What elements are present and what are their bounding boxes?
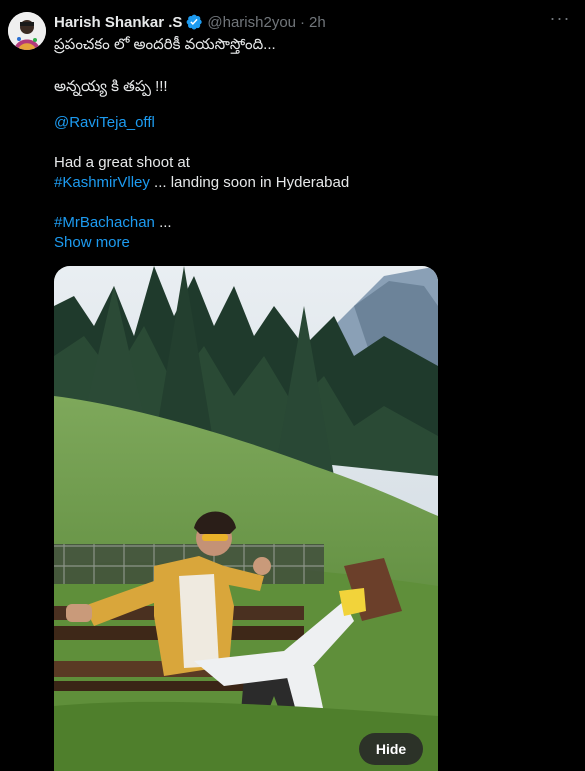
tweet-text-line-5: #MrBachachan ... [54, 213, 172, 233]
author-handle[interactable]: @harish2you [207, 14, 296, 31]
timestamp[interactable]: 2h [309, 14, 326, 31]
verified-badge-icon [185, 13, 203, 31]
tweet-text-line-5-rest: ... [154, 214, 172, 231]
hashtag-link-kashmir[interactable]: #KashmirVlley [54, 174, 150, 191]
author-name[interactable]: Harish Shankar .S [54, 14, 182, 31]
tweet-text-line-2: అన్నయ్య కి తప్ప !!! [54, 78, 168, 95]
author-avatar[interactable] [8, 12, 46, 50]
separator-dot: · [300, 13, 305, 31]
tweet-header: Harish Shankar .S @harish2you · 2h [54, 12, 326, 32]
hashtag-link-mrbachachan[interactable]: #MrBachachan [54, 214, 155, 231]
more-horizontal-icon[interactable]: ··· [547, 8, 573, 32]
tweet-text-line-4: #KashmirVlley ... landing soon in Hydera… [54, 173, 349, 193]
hide-media-button[interactable]: Hide [359, 733, 423, 765]
show-more-link[interactable]: Show more [54, 233, 130, 253]
tweet-text-line-3: Had a great shoot at [54, 154, 190, 171]
tweet-text-line-1: ప్రపంచకం లో అందరికీ వయసొస్తోంది... [54, 36, 276, 53]
tweet-photo[interactable]: Hide [54, 266, 438, 771]
tweet-text-line-4-rest: ... landing soon in Hyderabad [149, 174, 350, 191]
mention-link[interactable]: @RaviTeja_offl [54, 113, 155, 133]
